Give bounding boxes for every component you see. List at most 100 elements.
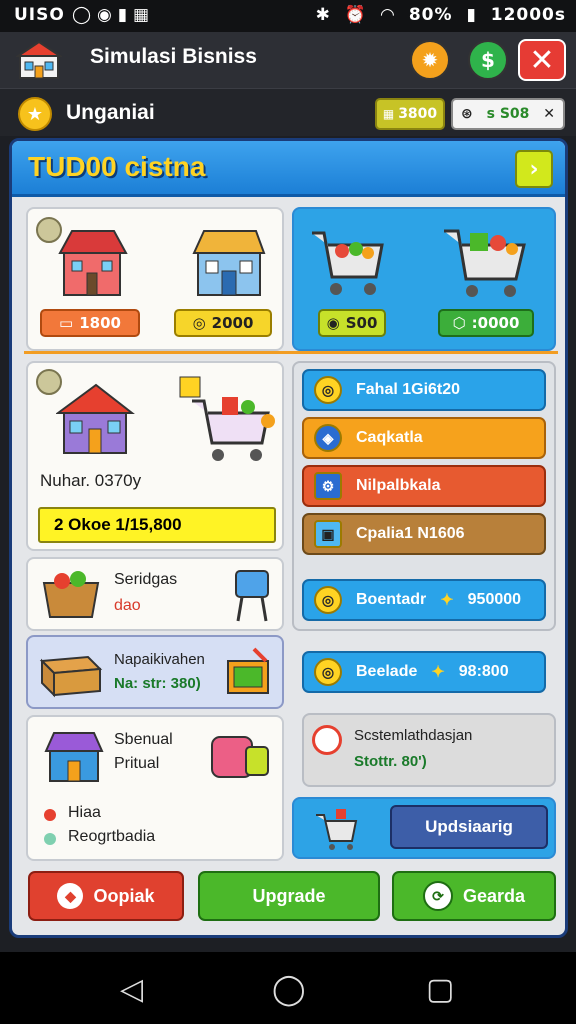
legend-dot-green — [44, 833, 56, 845]
close-icon: ✕ — [529, 42, 555, 78]
grocery-cart-icon — [179, 376, 275, 461]
buy-cart-button[interactable]: ◉ S00 — [318, 309, 386, 337]
action-button-2[interactable]: ◈ Caqkatla — [302, 417, 546, 459]
seridgas-sub: dao — [114, 597, 141, 614]
cart-icon — [316, 809, 358, 850]
napaikivahen-sub: Na: str: 380) — [114, 675, 201, 692]
box-icon — [42, 571, 100, 618]
sparkle-icon: ✦ — [431, 664, 445, 681]
crate-icon — [39, 655, 103, 698]
gear-icon: ✹ — [421, 48, 439, 72]
buy-store-button[interactable]: ◎ 2000 — [174, 309, 272, 337]
action-label-5: Boentadr — [356, 591, 427, 608]
action-button-6[interactable]: ◎ Beelade ✦ 98:800 — [302, 651, 546, 693]
cart-price: S00 — [345, 314, 378, 332]
upgrade-button[interactable]: Upgrade — [198, 871, 380, 921]
buy-full-cart-button[interactable]: ⬡ :0000 — [438, 309, 534, 337]
next-button[interactable]: › — [515, 150, 553, 188]
star-icon: ★ — [18, 97, 52, 131]
coin-stack-icon: ◎ — [192, 314, 206, 332]
status-right: ✱ ⏰ ◠ 80% ▮ 12000s — [309, 5, 566, 25]
status-bar: UISO ◯ ◉ ▮ ▦ ✱ ⏰ ◠ 80% ▮ 12000s — [0, 0, 576, 32]
coin-icon: ◉ — [326, 314, 340, 332]
shopping-cart-icon — [312, 231, 384, 295]
battery-icon: ▮ — [466, 5, 477, 25]
chevron-right-icon: › — [529, 156, 539, 182]
title-bar: Simulasi Bisniss ✹ $ ✕ — [0, 32, 576, 88]
status-notification-icons: ◯ ◉ ▮ ▦ — [72, 5, 150, 25]
machine-icon: ▣ — [314, 520, 342, 548]
status-left-text: UISO — [14, 5, 65, 25]
store-building-icon — [192, 230, 266, 296]
sparkle-icon: ✦ — [440, 592, 454, 609]
full-cart-icon — [444, 229, 526, 297]
sbenual-sub: Pritual — [114, 755, 160, 772]
action-value-6: 98:800 — [458, 663, 509, 680]
clock-text: 12000s — [490, 5, 566, 25]
action-button-5[interactable]: ◎ Boentadr ✦ 950000 — [302, 579, 546, 621]
action-button-3[interactable]: ⚙ Nilpalbkala — [302, 465, 546, 507]
system-title: Scstemlathdasjan — [354, 727, 473, 744]
action-label-4: Cpalia1 N1606 — [356, 525, 465, 542]
grill-icon — [235, 570, 269, 622]
sbenual-title: Sbenual — [114, 731, 173, 748]
generate-button[interactable]: ⟳ Gearda — [392, 871, 556, 921]
store-details-card[interactable]: Nuhar. 0370y 2 Okoe 1/15,800 — [26, 361, 284, 551]
gem-icon: ⊛ — [461, 106, 473, 122]
open-label: Oopiak — [93, 885, 155, 906]
system-panel: Scstemlathdasjan Stottr. 80') — [302, 713, 556, 787]
action-button-1[interactable]: ◎ Fahal 1Gi6t20 — [302, 369, 546, 411]
upgrade-label: Upgrade — [252, 885, 326, 906]
carts-card[interactable]: ◉ S00 ⬡ :0000 — [292, 207, 556, 351]
action-label-2: Caqkatla — [356, 429, 423, 446]
napaikivahen-card[interactable]: Napaikivahen Na: str: 380) — [26, 635, 284, 709]
store-name: Nuhar. 0370y — [40, 471, 142, 490]
house-price: 1800 — [79, 314, 121, 332]
coin-icon: ◎ — [314, 658, 342, 686]
sbenual-card[interactable]: Sbenual Pritual Hiaa Reogrtbadia — [26, 715, 284, 861]
shield-icon: ◆ — [57, 883, 84, 909]
store-stat-bar: 2 Okoe 1/15,800 — [38, 507, 276, 543]
shop-logo-icon — [16, 40, 62, 79]
close-button[interactable]: ✕ — [518, 39, 566, 81]
coin-icon: ◎ — [314, 376, 342, 404]
house-icon — [58, 230, 128, 296]
gem-close-icon[interactable]: ✕ — [543, 106, 555, 122]
recents-icon[interactable]: ▢ — [426, 972, 454, 1007]
jar-icon — [211, 736, 269, 778]
shield-icon: ◈ — [314, 424, 342, 452]
panel-title: TUD00 cistna — [28, 151, 206, 182]
update-button[interactable]: Updsiaarig — [390, 805, 548, 849]
coin-icon: ◎ — [314, 586, 342, 614]
generate-label: Gearda — [462, 885, 526, 906]
currency-button[interactable]: $ — [468, 40, 508, 80]
section-divider — [24, 351, 558, 354]
action-value-5: 950000 — [467, 591, 522, 608]
purple-shop-icon — [44, 732, 104, 782]
back-icon[interactable]: ◁ — [120, 972, 143, 1007]
action-label-3: Nilpalbkala — [356, 477, 441, 494]
battery-text: 80% — [408, 5, 453, 25]
update-card: Updsiaarig — [292, 797, 556, 859]
settings-button[interactable]: ✹ — [410, 40, 450, 80]
coin-counter[interactable]: ▦ 3800 — [375, 98, 445, 130]
store-price: 2000 — [211, 314, 254, 332]
full-cart-price: :0000 — [471, 314, 520, 332]
action-button-4[interactable]: ▣ Cpalia1 N1606 — [302, 513, 546, 555]
buildings-card[interactable]: ▭ 1800 ◎ 2000 — [26, 207, 284, 351]
action-label-6: Beelade — [356, 663, 418, 680]
home-icon[interactable]: ◯ — [272, 972, 306, 1007]
app-title: Simulasi Bisniss — [90, 45, 257, 68]
seridgas-card[interactable]: Seridgas dao — [26, 557, 284, 631]
bluetooth-icon: ✱ — [315, 5, 331, 25]
open-button[interactable]: ◆ Oopiak — [28, 871, 184, 921]
buy-house-button[interactable]: ▭ 1800 — [40, 309, 140, 337]
system-value: Stottr. 80') — [354, 753, 427, 770]
gem-counter[interactable]: ⊛ s S08 ✕ — [451, 98, 565, 130]
red-shop-icon — [56, 383, 135, 454]
refresh-icon: ⟳ — [422, 881, 453, 911]
alarm-icon: ⏰ — [344, 5, 367, 25]
action-label-1: Fahal 1Gi6t20 — [356, 381, 461, 398]
legend-label-a: Hiaa — [68, 804, 101, 821]
gem-counter-value: s S08 — [486, 106, 530, 122]
